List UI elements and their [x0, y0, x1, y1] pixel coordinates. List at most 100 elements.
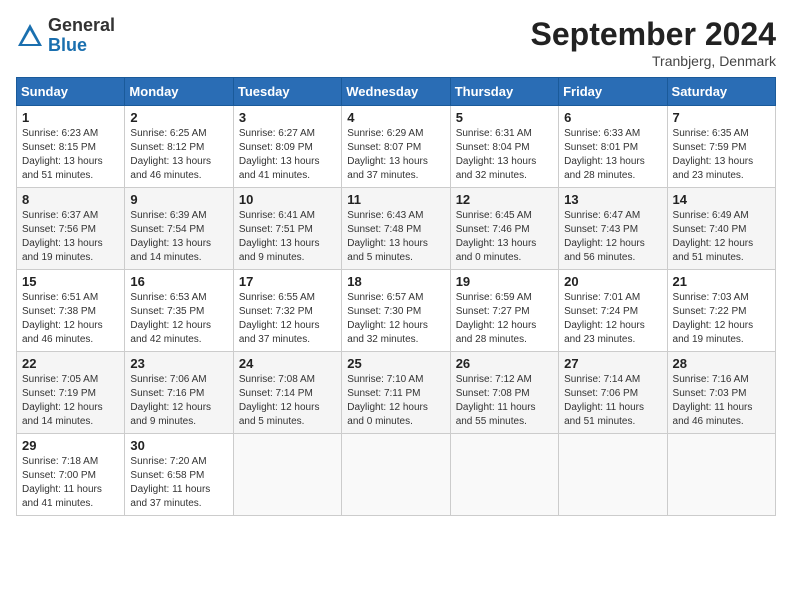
calendar-week-row: 29Sunrise: 7:18 AM Sunset: 7:00 PM Dayli…: [17, 434, 776, 516]
calendar-cell: 14 Sunrise: 6:49 AM Sunset: 7:40 PM Dayli…: [667, 188, 775, 270]
day-number: 13: [564, 192, 661, 207]
calendar-cell: 21 Sunrise: 7:03 AM Sunset: 7:22 PM Dayli…: [667, 270, 775, 352]
day-number: 10: [239, 192, 336, 207]
calendar-cell: 27 Sunrise: 7:14 AM Sunset: 7:06 PM Dayli…: [559, 352, 667, 434]
calendar-cell: 1 Sunrise: 6:23 AM Sunset: 8:15 PM Daylig…: [17, 106, 125, 188]
day-info: Sunrise: 6:33 AM Sunset: 8:01 PM Dayligh…: [564, 127, 661, 183]
day-number: 24: [239, 356, 336, 371]
calendar-header-wednesday: Wednesday: [342, 78, 450, 106]
day-info: Sunrise: 6:31 AM Sunset: 8:04 PM Dayligh…: [456, 127, 553, 183]
day-number: 20: [564, 274, 661, 289]
logo-general: General: [48, 16, 115, 36]
calendar-cell: 9Sunrise: 6:39 AM Sunset: 7:54 PM Daylig…: [125, 188, 233, 270]
day-info: Sunrise: 7:18 AM Sunset: 7:00 PM Dayligh…: [22, 455, 119, 511]
calendar-cell: 23 Sunrise: 7:06 AM Sunset: 7:16 PM Dayli…: [125, 352, 233, 434]
day-info: Sunrise: 7:12 AM Sunset: 7:08 PM Dayligh…: [456, 373, 553, 429]
calendar-header-thursday: Thursday: [450, 78, 558, 106]
day-info: Sunrise: 7:03 AM Sunset: 7:22 PM Dayligh…: [673, 291, 770, 347]
calendar-header-row: SundayMondayTuesdayWednesdayThursdayFrid…: [17, 78, 776, 106]
month-title: September 2024: [531, 16, 776, 53]
calendar-cell: 26Sunrise: 7:12 AM Sunset: 7:08 PM Dayli…: [450, 352, 558, 434]
calendar-cell: 25Sunrise: 7:10 AM Sunset: 7:11 PM Dayli…: [342, 352, 450, 434]
day-info: Sunrise: 7:14 AM Sunset: 7:06 PM Dayligh…: [564, 373, 661, 429]
day-number: 27: [564, 356, 661, 371]
day-number: 6: [564, 110, 661, 125]
day-number: 12: [456, 192, 553, 207]
day-number: 16: [130, 274, 227, 289]
calendar-cell: 13 Sunrise: 6:47 AM Sunset: 7:43 PM Dayli…: [559, 188, 667, 270]
logo-icon: [16, 22, 44, 50]
day-number: 28: [673, 356, 770, 371]
calendar-cell: 15 Sunrise: 6:51 AM Sunset: 7:38 PM Dayli…: [17, 270, 125, 352]
calendar-cell: 29Sunrise: 7:18 AM Sunset: 7:00 PM Dayli…: [17, 434, 125, 516]
day-info: Sunrise: 7:16 AM Sunset: 7:03 PM Dayligh…: [673, 373, 770, 429]
calendar-cell: 28 Sunrise: 7:16 AM Sunset: 7:03 PM Dayli…: [667, 352, 775, 434]
calendar-cell: 4 Sunrise: 6:29 AM Sunset: 8:07 PM Daylig…: [342, 106, 450, 188]
day-info: Sunrise: 6:27 AM Sunset: 8:09 PM Dayligh…: [239, 127, 336, 183]
calendar-header-friday: Friday: [559, 78, 667, 106]
day-info: Sunrise: 6:23 AM Sunset: 8:15 PM Dayligh…: [22, 127, 119, 183]
location: Tranbjerg, Denmark: [531, 53, 776, 69]
day-info: Sunrise: 6:51 AM Sunset: 7:38 PM Dayligh…: [22, 291, 119, 347]
day-number: 17: [239, 274, 336, 289]
calendar-week-row: 1 Sunrise: 6:23 AM Sunset: 8:15 PM Daylig…: [17, 106, 776, 188]
calendar-week-row: 22 Sunrise: 7:05 AM Sunset: 7:19 PM Dayli…: [17, 352, 776, 434]
day-number: 1: [22, 110, 119, 125]
calendar-header-monday: Monday: [125, 78, 233, 106]
calendar-table: SundayMondayTuesdayWednesdayThursdayFrid…: [16, 77, 776, 516]
calendar-cell: 22 Sunrise: 7:05 AM Sunset: 7:19 PM Dayli…: [17, 352, 125, 434]
day-number: 3: [239, 110, 336, 125]
day-number: 19: [456, 274, 553, 289]
calendar-cell: [559, 434, 667, 516]
day-number: 7: [673, 110, 770, 125]
calendar-cell: 8Sunrise: 6:37 AM Sunset: 7:56 PM Daylig…: [17, 188, 125, 270]
day-number: 5: [456, 110, 553, 125]
day-info: Sunrise: 6:35 AM Sunset: 7:59 PM Dayligh…: [673, 127, 770, 183]
day-info: Sunrise: 6:29 AM Sunset: 8:07 PM Dayligh…: [347, 127, 444, 183]
calendar-cell: [450, 434, 558, 516]
day-info: Sunrise: 6:55 AM Sunset: 7:32 PM Dayligh…: [239, 291, 336, 347]
day-info: Sunrise: 6:57 AM Sunset: 7:30 PM Dayligh…: [347, 291, 444, 347]
day-info: Sunrise: 6:47 AM Sunset: 7:43 PM Dayligh…: [564, 209, 661, 265]
title-block: September 2024 Tranbjerg, Denmark: [531, 16, 776, 69]
calendar-cell: 11 Sunrise: 6:43 AM Sunset: 7:48 PM Dayli…: [342, 188, 450, 270]
calendar-header-tuesday: Tuesday: [233, 78, 341, 106]
day-number: 9: [130, 192, 227, 207]
logo-blue: Blue: [48, 36, 115, 56]
day-info: Sunrise: 6:41 AM Sunset: 7:51 PM Dayligh…: [239, 209, 336, 265]
logo: General Blue: [16, 16, 115, 56]
calendar-cell: [342, 434, 450, 516]
logo-text: General Blue: [48, 16, 115, 56]
day-info: Sunrise: 7:01 AM Sunset: 7:24 PM Dayligh…: [564, 291, 661, 347]
day-info: Sunrise: 7:10 AM Sunset: 7:11 PM Dayligh…: [347, 373, 444, 429]
day-number: 4: [347, 110, 444, 125]
calendar-header-saturday: Saturday: [667, 78, 775, 106]
calendar-cell: 7 Sunrise: 6:35 AM Sunset: 7:59 PM Daylig…: [667, 106, 775, 188]
day-info: Sunrise: 6:43 AM Sunset: 7:48 PM Dayligh…: [347, 209, 444, 265]
day-number: 21: [673, 274, 770, 289]
day-info: Sunrise: 6:49 AM Sunset: 7:40 PM Dayligh…: [673, 209, 770, 265]
page-header: General Blue September 2024 Tranbjerg, D…: [16, 16, 776, 69]
calendar-cell: 6 Sunrise: 6:33 AM Sunset: 8:01 PM Daylig…: [559, 106, 667, 188]
calendar-cell: 5 Sunrise: 6:31 AM Sunset: 8:04 PM Daylig…: [450, 106, 558, 188]
calendar-cell: 16 Sunrise: 6:53 AM Sunset: 7:35 PM Dayli…: [125, 270, 233, 352]
day-number: 11: [347, 192, 444, 207]
calendar-header-sunday: Sunday: [17, 78, 125, 106]
day-number: 18: [347, 274, 444, 289]
day-number: 30: [130, 438, 227, 453]
day-info: Sunrise: 6:45 AM Sunset: 7:46 PM Dayligh…: [456, 209, 553, 265]
day-number: 14: [673, 192, 770, 207]
day-number: 8: [22, 192, 119, 207]
day-info: Sunrise: 7:06 AM Sunset: 7:16 PM Dayligh…: [130, 373, 227, 429]
calendar-week-row: 15 Sunrise: 6:51 AM Sunset: 7:38 PM Dayli…: [17, 270, 776, 352]
day-number: 23: [130, 356, 227, 371]
day-info: Sunrise: 7:05 AM Sunset: 7:19 PM Dayligh…: [22, 373, 119, 429]
day-number: 22: [22, 356, 119, 371]
calendar-cell: 19Sunrise: 6:59 AM Sunset: 7:27 PM Dayli…: [450, 270, 558, 352]
calendar-cell: 12 Sunrise: 6:45 AM Sunset: 7:46 PM Dayli…: [450, 188, 558, 270]
day-info: Sunrise: 6:53 AM Sunset: 7:35 PM Dayligh…: [130, 291, 227, 347]
calendar-cell: [667, 434, 775, 516]
day-info: Sunrise: 7:08 AM Sunset: 7:14 PM Dayligh…: [239, 373, 336, 429]
calendar-cell: 30Sunrise: 7:20 AM Sunset: 6:58 PM Dayli…: [125, 434, 233, 516]
day-number: 15: [22, 274, 119, 289]
